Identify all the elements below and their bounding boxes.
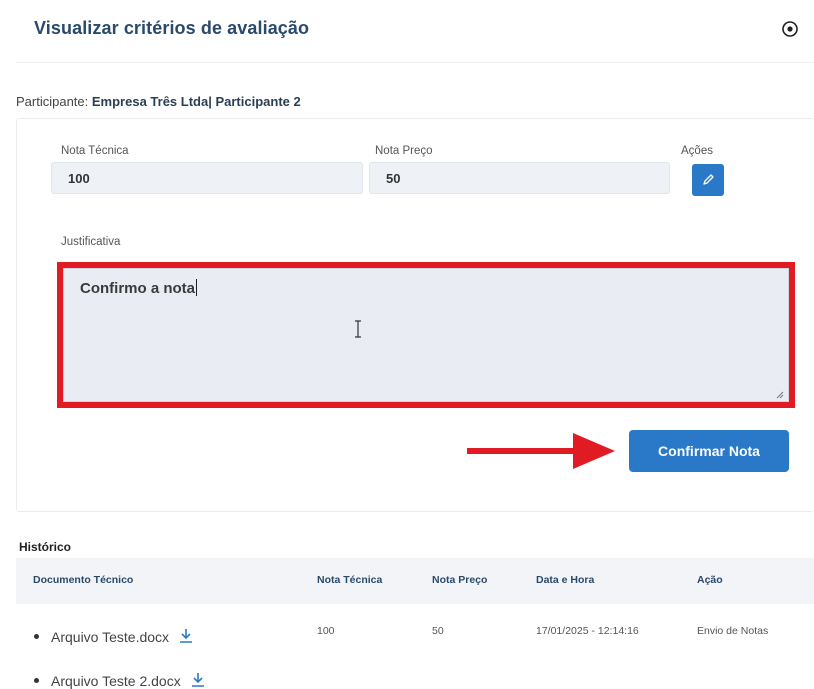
nota-tecnica-label: Nota Técnica (61, 145, 129, 157)
historico-table-header (16, 558, 814, 604)
col-documento-tecnico: Documento Técnico (33, 574, 134, 586)
download-icon[interactable] (179, 628, 193, 647)
document-item: Arquivo Teste.docx (34, 628, 193, 647)
pencil-icon (703, 174, 714, 185)
document-name[interactable]: Arquivo Teste 2.docx (51, 673, 181, 689)
col-data-hora: Data e Hora (536, 574, 595, 586)
row-data-hora: 17/01/2025 - 12:14:16 (536, 625, 639, 637)
header-divider (16, 62, 814, 63)
justificativa-label: Justificativa (61, 236, 121, 248)
col-acao: Ação (697, 574, 723, 586)
participant-line: Participante: Empresa Três Ltda| Partici… (16, 94, 301, 109)
nota-preco-label: Nota Preço (375, 145, 433, 157)
participant-name: Empresa Três Ltda| Participante 2 (91, 94, 301, 109)
row-nota-tecnica: 100 (317, 625, 335, 637)
row-nota-preco: 50 (432, 625, 444, 637)
confirm-nota-button[interactable]: Confirmar Nota (629, 430, 789, 472)
nota-preco-field[interactable]: 50 (369, 162, 670, 194)
nota-tecnica-field[interactable]: 100 (51, 162, 363, 194)
arrow-annotation-icon (467, 430, 617, 477)
modal-title: Visualizar critérios de avaliação (34, 18, 310, 38)
download-icon[interactable] (191, 672, 205, 689)
participant-label: Participante: (16, 94, 89, 109)
historico-title: Histórico (19, 540, 72, 554)
col-nota-preco: Nota Preço (432, 574, 488, 586)
close-icon[interactable] (781, 20, 799, 38)
col-nota-tecnica: Nota Técnica (317, 574, 383, 586)
row-acao: Envio de Notas (697, 625, 769, 637)
document-item: Arquivo Teste 2.docx (34, 672, 205, 689)
highlight-annotation (57, 262, 795, 408)
document-name[interactable]: Arquivo Teste.docx (51, 629, 169, 645)
acoes-label: Ações (681, 145, 713, 157)
edit-button[interactable] (692, 164, 724, 196)
